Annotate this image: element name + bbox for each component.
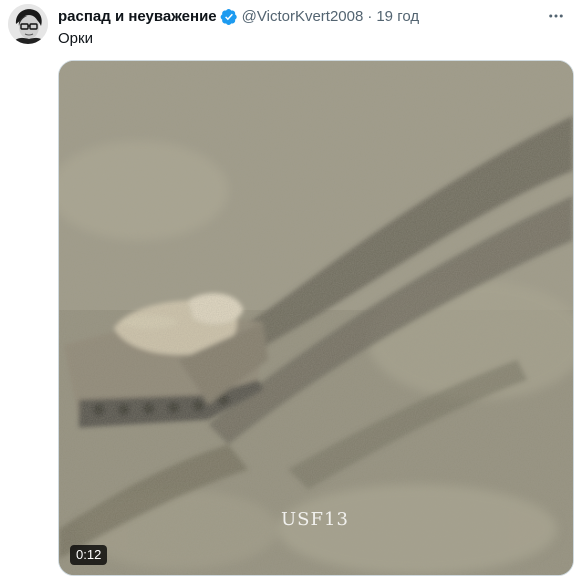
video-duration-badge: 0:12 [70,545,108,565]
tweet: распад и неуважение @VictorKvert2008 · 1… [0,0,576,580]
avatar-image [8,4,48,44]
separator-dot: · [367,8,373,25]
video-watermark: USF13 [281,509,349,530]
more-options-icon[interactable] [546,6,566,26]
avatar[interactable] [8,4,48,44]
handle[interactable]: @VictorKvert2008 [242,7,364,27]
video-player[interactable]: USF13 0:12 [58,60,574,576]
tweet-header: распад и неуважение @VictorKvert2008 · 1… [58,7,419,27]
display-name[interactable]: распад и неуважение [58,7,217,27]
verified-badge-icon [220,8,238,26]
video-frame [59,61,573,575]
tweet-text: Орки [58,30,93,47]
timestamp[interactable]: 19 год [376,7,419,27]
